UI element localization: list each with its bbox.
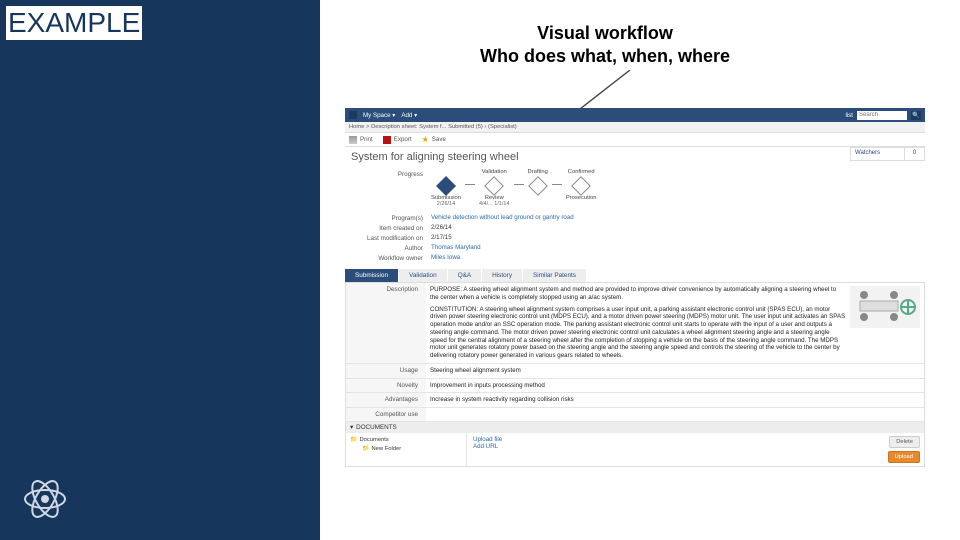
export-label: Export (394, 136, 412, 143)
tabs: Submission Validation Q&A History Simila… (345, 269, 925, 282)
folder-documents[interactable]: Documents (350, 436, 462, 445)
tab-submission[interactable]: Submission (345, 269, 399, 282)
workflow-diagram: Submission 2/26/14 Validation Review 4/4… (431, 169, 596, 207)
save-label: Save (432, 136, 446, 143)
stage-drafting[interactable]: Drafting (528, 169, 548, 195)
program-value[interactable]: Vehicle detection without lead ground or… (431, 214, 574, 222)
progress-row: Progress Submission 2/26/14 Validation R… (345, 167, 925, 213)
title-line2: Who does what, when, where (480, 45, 730, 68)
upload-area: Upload file Add URL (466, 433, 834, 466)
description-purpose: PURPOSE: A steering wheel alignment syst… (430, 286, 846, 302)
diamond-icon (484, 176, 504, 196)
connector-line (552, 184, 562, 185)
diamond-icon (528, 176, 548, 196)
stage-prosecution[interactable]: Confirmed Prosecution (566, 169, 597, 201)
usage-label: Usage (346, 364, 426, 378)
content-panel: Description PURPOSE: A steering wheel al… (345, 282, 925, 467)
list-link[interactable]: list (845, 112, 853, 119)
page-title: System for aligning steering wheel (345, 147, 925, 167)
modified-label: Last modification on (351, 234, 431, 242)
tab-history[interactable]: History (482, 269, 523, 282)
export-button[interactable]: Export (383, 136, 412, 144)
folder-new[interactable]: New Folder (350, 445, 462, 454)
author-value[interactable]: Thomas Maryland (431, 244, 481, 252)
star-icon: ★ (422, 136, 429, 144)
slide-title: Visual workflow Who does what, when, whe… (480, 22, 730, 67)
owner-value[interactable]: Miles Iowa (431, 254, 460, 262)
myspace-menu[interactable]: My Space ▾ (363, 112, 395, 119)
usage-value: Steering wheel alignment system (426, 364, 924, 378)
description-text: PURPOSE: A steering wheel alignment syst… (430, 286, 846, 360)
watchers-label: Watchers (851, 148, 904, 160)
save-button[interactable]: ★Save (422, 136, 446, 144)
watchers-card[interactable]: Watchers 0 (850, 147, 925, 161)
delete-button[interactable]: Delete (889, 436, 920, 448)
competitor-value (426, 408, 924, 421)
connector-line (465, 184, 475, 185)
author-label: Author (351, 244, 431, 252)
add-url-link[interactable]: Add URL (473, 443, 828, 450)
upload-file-link[interactable]: Upload file (473, 436, 828, 443)
upload-button[interactable]: Upload (888, 451, 920, 463)
program-label: Program(s) (351, 214, 431, 222)
stage-name: Prosecution (566, 195, 597, 201)
documents-header[interactable]: ▾ DOCUMENTS (346, 422, 924, 433)
documents-body: Documents New Folder Upload file Add URL… (346, 433, 924, 466)
advantages-label: Advantages (346, 393, 426, 407)
tab-validation[interactable]: Validation (399, 269, 448, 282)
owner-label: Workflow owner (351, 254, 431, 262)
novelty-value: Improvement in inputs processing method (426, 379, 924, 393)
stage-submission[interactable]: Submission 2/26/14 (431, 169, 461, 207)
breadcrumb: Home > Description sheet: System f... Su… (345, 122, 925, 133)
add-menu[interactable]: Add ▾ (401, 112, 417, 119)
example-badge: EXAMPLE (6, 6, 142, 40)
stage-date: 4/4/... 1/1/14 (479, 201, 510, 207)
modified-value: 2/17/15 (431, 234, 452, 242)
search-input[interactable] (857, 111, 907, 120)
search-icon[interactable]: 🔍 (911, 111, 921, 120)
created-label: Item created on (351, 224, 431, 232)
competitor-label: Competitor use (346, 408, 426, 421)
tab-similar-patents[interactable]: Similar Patents (523, 269, 587, 282)
diamond-icon (436, 176, 456, 196)
diamond-icon (571, 176, 591, 196)
connector-line (514, 184, 524, 185)
chevron-down-icon: ▾ (350, 424, 353, 431)
description-constitution: CONSTITUTION: A steering wheel alignment… (430, 306, 846, 360)
app-window: My Space ▾ Add ▾ list 🔍 Home > Descripti… (345, 108, 925, 528)
print-label: Print (360, 136, 373, 143)
toolbar: Print Export ★Save (345, 133, 925, 147)
description-label: Description (346, 283, 426, 363)
stage-review[interactable]: Validation Review 4/4/... 1/1/14 (479, 169, 510, 207)
left-panel (0, 0, 320, 540)
documents-title: DOCUMENTS (356, 424, 397, 431)
novelty-label: Novelty (346, 379, 426, 393)
created-value: 2/26/14 (431, 224, 452, 232)
logo-icon (22, 476, 68, 522)
tab-qa[interactable]: Q&A (448, 269, 483, 282)
home-icon[interactable] (349, 111, 357, 119)
progress-label: Progress (351, 169, 431, 207)
watchers-count: 0 (904, 148, 924, 160)
print-icon (349, 136, 357, 144)
print-button[interactable]: Print (349, 136, 373, 144)
pdf-icon (383, 136, 391, 144)
topbar: My Space ▾ Add ▾ list 🔍 (345, 108, 925, 122)
folder-tree: Documents New Folder (346, 433, 466, 466)
stage-date: 2/26/14 (437, 201, 455, 207)
advantages-value: Increase in system reactivity regarding … (426, 393, 924, 407)
description-image (850, 286, 920, 328)
title-line1: Visual workflow (480, 22, 730, 45)
